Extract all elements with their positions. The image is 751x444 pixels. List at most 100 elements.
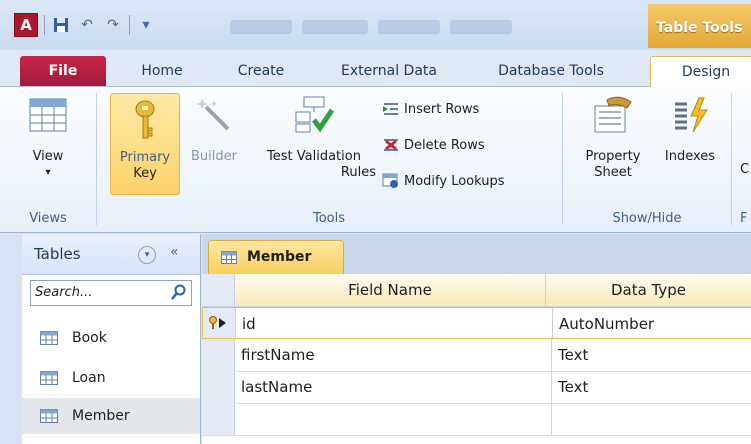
primary-key-label-line1: Primary xyxy=(119,150,171,165)
tools-group-label: Tools xyxy=(312,211,346,226)
title-bar: A ↶ ↷ ▾ Table Tools xyxy=(0,0,751,50)
delete-rows-icon xyxy=(384,139,398,151)
context-tab-label: Table Tools xyxy=(656,20,743,36)
magic-wand-icon xyxy=(194,95,234,135)
group-separator xyxy=(562,93,563,225)
nav-item-book[interactable]: Book xyxy=(22,320,200,356)
modify-lookups-icon xyxy=(382,173,398,188)
navigation-pane: Tables ▾ « Book Loan Member xyxy=(22,234,201,444)
modify-lookups-button[interactable]: Modify Lookups xyxy=(382,173,505,189)
data-type-cell[interactable]: AutoNumber xyxy=(553,308,751,338)
property-sheet-icon xyxy=(593,95,633,135)
clipped-group-label: F xyxy=(740,211,748,226)
primary-key-row-icon xyxy=(209,316,226,329)
document-tab-member[interactable]: Member xyxy=(208,240,344,275)
test-validation-rules-button[interactable]: Test Validation Rules xyxy=(248,95,380,181)
access-app-icon[interactable]: A xyxy=(14,13,38,37)
document-tab-label: Member xyxy=(247,249,312,265)
field-name-cell[interactable]: lastName xyxy=(235,371,552,403)
insert-rows-icon xyxy=(383,103,398,115)
views-group: View ▾ Views xyxy=(0,87,96,232)
builder-button[interactable]: Builder xyxy=(182,95,246,165)
indexes-icon xyxy=(670,95,710,135)
nav-item-label: Loan xyxy=(72,370,106,386)
insert-rows-label: Insert Rows xyxy=(404,101,480,117)
nav-item-loan[interactable]: Loan xyxy=(22,360,200,396)
group-separator xyxy=(96,93,97,225)
field-name-cell[interactable]: id xyxy=(236,308,553,338)
nav-pane-header[interactable]: Tables ▾ « xyxy=(22,234,200,275)
table-design-grid: Field Name Data Type id AutoNumber first… xyxy=(202,274,751,444)
undo-icon[interactable]: ↶ xyxy=(77,15,97,35)
tab-external-data[interactable]: External Data xyxy=(322,56,456,86)
data-type-column-header[interactable]: Data Type xyxy=(546,274,751,306)
customize-qat-icon[interactable]: ▾ xyxy=(136,15,156,35)
row-selector[interactable] xyxy=(202,403,235,435)
search-box xyxy=(30,280,192,306)
nav-item-member[interactable]: Member xyxy=(22,398,200,434)
property-sheet-button[interactable]: Property Sheet xyxy=(572,95,654,181)
tab-create[interactable]: Create xyxy=(222,56,300,86)
document-area: Member Field Name Data Type id AutoNumbe… xyxy=(202,234,751,444)
grid-header-row: Field Name Data Type xyxy=(202,274,751,307)
table-row[interactable] xyxy=(202,403,751,436)
clipped-ribbon-button-label: C xyxy=(740,162,750,177)
test-validation-label-line2: Rules xyxy=(340,165,376,180)
row-selector[interactable] xyxy=(202,339,235,371)
data-type-cell[interactable]: Text xyxy=(552,371,751,403)
tab-home[interactable]: Home xyxy=(130,56,194,86)
view-label: View xyxy=(32,149,64,164)
property-sheet-label-line2: Sheet xyxy=(594,165,632,180)
blurred-style-gallery xyxy=(230,20,512,34)
collapse-pane-icon[interactable]: « xyxy=(170,244,179,260)
key-icon xyxy=(125,100,165,140)
nav-pane-title: Tables xyxy=(34,245,81,263)
search-icon[interactable] xyxy=(171,284,187,300)
test-validation-icon xyxy=(294,95,334,135)
chevron-down-icon: ▾ xyxy=(45,167,51,178)
primary-key-label-line2: Key xyxy=(133,166,157,181)
table-icon xyxy=(40,371,58,385)
search-input[interactable] xyxy=(31,281,167,303)
table-icon xyxy=(40,409,58,423)
ribbon: View ▾ Views Primary Key Builder Test Va… xyxy=(0,87,751,233)
select-all-corner[interactable] xyxy=(202,274,235,306)
table-row[interactable]: firstName Text xyxy=(202,339,751,372)
view-button[interactable]: View ▾ xyxy=(24,95,72,181)
indexes-label: Indexes xyxy=(664,149,716,164)
datasheet-view-icon xyxy=(28,95,68,135)
data-type-cell[interactable] xyxy=(552,403,751,435)
table-icon xyxy=(221,251,237,264)
data-type-cell[interactable]: Text xyxy=(552,339,751,371)
test-validation-label-line1: Test Validation xyxy=(267,149,361,164)
row-selector[interactable] xyxy=(203,308,236,338)
table-tools-context-tab: Table Tools xyxy=(648,4,751,48)
field-name-cell[interactable]: firstName xyxy=(235,339,552,371)
nav-item-label: Book xyxy=(72,330,107,346)
group-separator xyxy=(731,93,732,225)
quick-access-toolbar: A ↶ ↷ ▾ xyxy=(14,12,156,38)
builder-label: Builder xyxy=(191,149,237,164)
views-group-label: Views xyxy=(29,211,67,226)
table-row[interactable]: lastName Text xyxy=(202,371,751,404)
property-sheet-label-line1: Property xyxy=(585,149,641,164)
primary-key-button[interactable]: Primary Key xyxy=(110,93,180,195)
delete-rows-button[interactable]: Delete Rows xyxy=(382,137,485,153)
save-icon[interactable] xyxy=(51,15,71,35)
delete-rows-label: Delete Rows xyxy=(404,137,485,153)
insert-rows-button[interactable]: Insert Rows xyxy=(382,101,479,117)
tab-file[interactable]: File xyxy=(20,56,106,86)
table-row[interactable]: id AutoNumber xyxy=(202,307,751,339)
indexes-button[interactable]: Indexes xyxy=(658,95,722,165)
tab-design[interactable]: Design xyxy=(650,56,751,87)
field-name-column-header[interactable]: Field Name xyxy=(235,274,546,306)
redo-icon[interactable]: ↷ xyxy=(103,15,123,35)
tools-group: Primary Key Builder Test Validation Rule… xyxy=(98,87,560,232)
chevron-down-icon[interactable]: ▾ xyxy=(138,246,156,264)
qat-separator xyxy=(129,15,130,35)
field-name-cell[interactable] xyxy=(235,403,552,435)
ribbon-tab-row: File Home Create External Data Database … xyxy=(0,50,751,87)
row-selector[interactable] xyxy=(202,371,235,403)
tab-database-tools[interactable]: Database Tools xyxy=(476,56,626,86)
table-icon xyxy=(40,331,58,345)
